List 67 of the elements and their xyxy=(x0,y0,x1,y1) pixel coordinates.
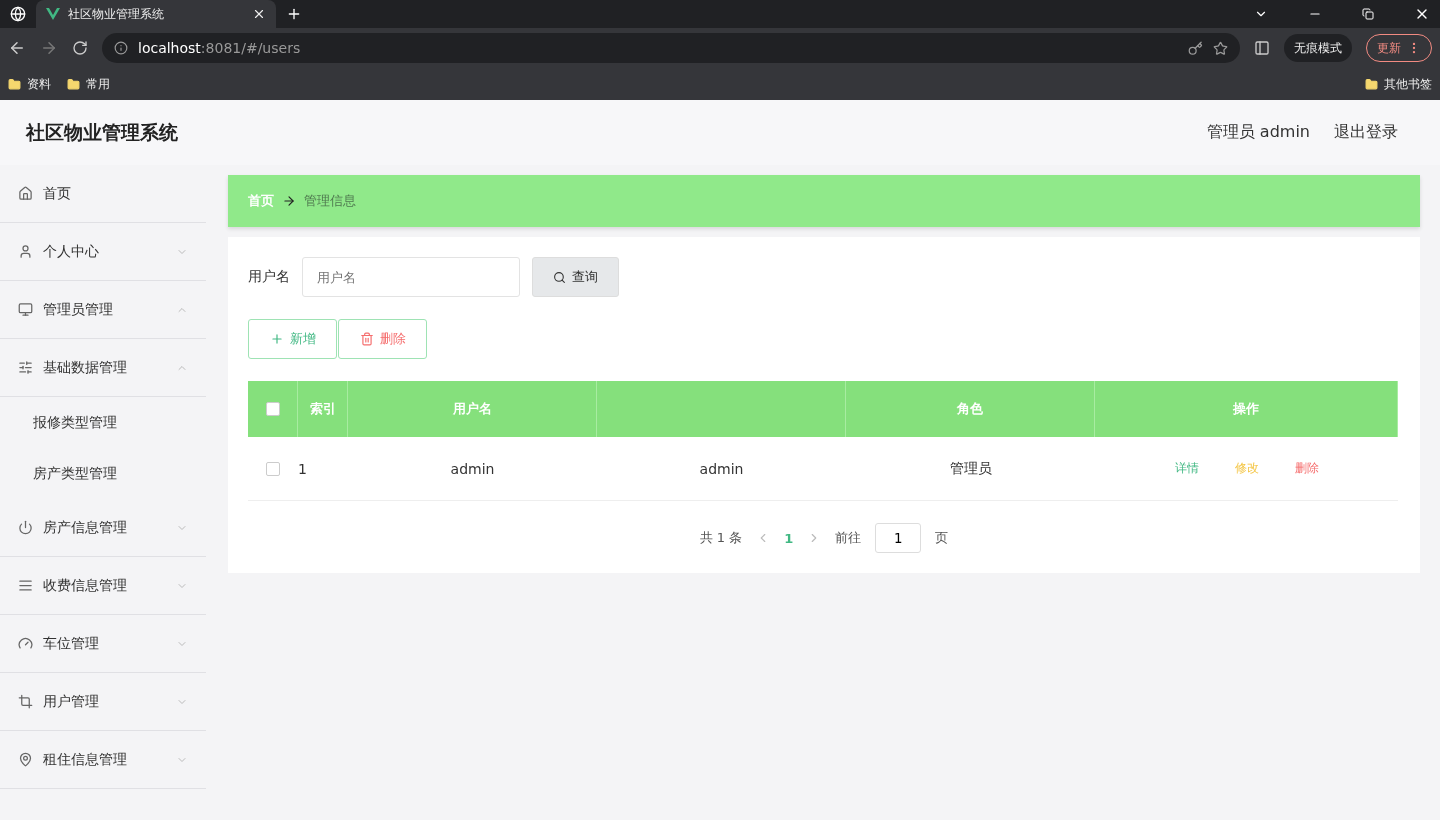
pin-icon xyxy=(18,752,33,767)
star-icon[interactable] xyxy=(1213,40,1228,56)
plus-icon xyxy=(269,332,284,346)
column-header: 角色 xyxy=(846,381,1095,437)
table-cell: admin xyxy=(597,437,846,501)
menu-item[interactable]: 收费信息管理 xyxy=(0,557,206,615)
bookmark[interactable]: 资料 xyxy=(27,75,51,93)
new-tab-icon[interactable] xyxy=(286,6,302,22)
checkbox[interactable] xyxy=(265,402,280,416)
user-icon xyxy=(18,244,33,259)
app-title: 社区物业管理系统 xyxy=(26,119,178,145)
field-label: 用户名 xyxy=(248,268,290,286)
folder-icon[interactable] xyxy=(1365,77,1378,91)
menu-item[interactable]: 租住信息管理 xyxy=(0,731,206,789)
close-icon[interactable] xyxy=(252,7,266,21)
menu-item[interactable]: 房产信息管理 xyxy=(0,499,206,557)
menu-item[interactable]: 车位管理 xyxy=(0,615,206,673)
trash-icon xyxy=(359,332,374,346)
menu-item[interactable]: 个人中心 xyxy=(0,223,206,281)
gauge-icon xyxy=(18,636,33,651)
folder-icon[interactable] xyxy=(8,77,21,91)
checkbox[interactable] xyxy=(266,461,280,476)
logout-link[interactable]: 退出登录 xyxy=(1334,122,1398,141)
menu-item[interactable]: 基础数据管理 xyxy=(0,339,206,397)
breadcrumb-item: 管理信息 xyxy=(304,192,356,210)
browser-tab[interactable]: 社区物业管理系统 xyxy=(36,0,276,28)
home-icon xyxy=(18,186,33,201)
reload-icon[interactable] xyxy=(72,40,88,56)
monitor-icon xyxy=(18,302,33,317)
table-cell: admin xyxy=(348,437,597,501)
column-header: 操作 xyxy=(1095,381,1398,437)
total-count: 共 1 条 xyxy=(699,529,743,547)
url-text: localhost:8081/#/users xyxy=(138,40,301,56)
username-input[interactable]: 用户名 xyxy=(302,257,520,297)
submenu-item[interactable]: 房产类型管理 xyxy=(0,448,206,499)
menu-item[interactable]: 首页 xyxy=(0,165,206,223)
list-icon xyxy=(18,578,33,593)
page-suffix: 页 xyxy=(935,529,949,547)
column-header: 用户名 xyxy=(348,381,597,437)
search-icon xyxy=(553,270,566,284)
table-cell: 管理员 xyxy=(846,437,1095,501)
incognito-badge[interactable]: 无痕模式 xyxy=(1284,34,1352,62)
back-icon[interactable] xyxy=(8,39,26,57)
v-logo-icon xyxy=(46,8,60,20)
user-label: 管理员 admin xyxy=(1206,122,1310,141)
side-panel-icon[interactable] xyxy=(1254,40,1270,56)
bookmark[interactable]: 常用 xyxy=(86,75,110,93)
sliders-icon xyxy=(18,360,33,375)
goto-label: 前往 xyxy=(835,529,862,547)
crop-icon xyxy=(18,694,33,709)
submenu-item[interactable]: 报修类型管理 xyxy=(0,397,206,448)
globe-icon[interactable] xyxy=(10,6,26,22)
restore-icon[interactable] xyxy=(1362,8,1374,20)
column-header: 索引 xyxy=(298,381,348,437)
menu-item[interactable]: 用户管理 xyxy=(0,673,206,731)
power-icon xyxy=(18,520,33,535)
table-cell: 1 xyxy=(298,437,348,501)
address-field[interactable]: localhost:8081/#/users xyxy=(102,33,1240,63)
page-input[interactable]: 1 xyxy=(875,523,922,553)
key-icon[interactable] xyxy=(1188,40,1203,56)
tab-title: 社区物业管理系统 xyxy=(68,5,165,23)
menu-item[interactable]: 管理员管理 xyxy=(0,281,206,339)
folder-icon[interactable] xyxy=(67,77,80,91)
search-button[interactable]: 查询 xyxy=(532,257,619,297)
forward-icon[interactable] xyxy=(40,39,58,57)
info-icon[interactable] xyxy=(114,41,128,55)
bookmark[interactable]: 其他书签 xyxy=(1384,75,1432,93)
